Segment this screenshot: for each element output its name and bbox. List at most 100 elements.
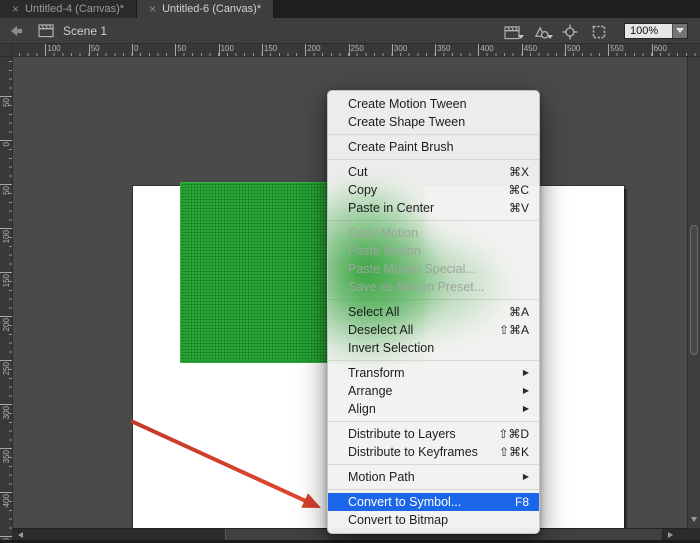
menu-item-label: Invert Selection [348, 339, 434, 357]
ruler-major-tick [175, 44, 176, 57]
zoom-dropdown-button[interactable] [672, 24, 687, 38]
ruler-label: 100 [221, 45, 234, 53]
ruler-label: 200 [2, 318, 11, 338]
tab-close-icon[interactable]: × [149, 3, 156, 15]
caret-down-icon [547, 35, 553, 39]
scroll-left-arrow-icon[interactable] [18, 532, 23, 538]
ruler-label: 100 [47, 45, 60, 53]
menu-item-label: Cut [348, 163, 367, 181]
document-tab[interactable]: ×Untitled-6 (Canvas)* [137, 0, 274, 18]
menu-item[interactable]: Transform▶ [328, 364, 539, 382]
edit-symbols-button[interactable] [529, 22, 553, 40]
menu-item[interactable]: Select All⌘A [328, 303, 539, 321]
ruler-label: 100 [2, 230, 11, 250]
menu-item-label: Create Paint Brush [348, 138, 454, 156]
clip-content-button[interactable] [587, 22, 611, 40]
ruler-major-tick [0, 184, 13, 185]
submenu-arrow-icon: ▶ [523, 364, 529, 382]
menu-item-label: Copy [348, 181, 377, 199]
menu-item[interactable]: Cut ⌘X [328, 163, 539, 181]
menu-item[interactable]: Align ▶ [328, 400, 539, 418]
submenu-arrow-icon: ▶ [523, 400, 529, 418]
menu-separator [328, 421, 539, 422]
menu-item-label: Create Motion Tween [348, 95, 467, 113]
edit-scene-button[interactable] [500, 22, 524, 40]
scroll-down-arrow-icon[interactable] [691, 517, 697, 522]
ruler-label: 150 [264, 45, 277, 53]
ruler-major-tick [392, 44, 393, 57]
ruler-label: 150 [2, 274, 11, 294]
ruler-major-tick [0, 228, 13, 229]
tab-close-icon[interactable]: × [12, 3, 19, 15]
context-menu-items: Create Motion TweenCreate Shape Tween Cre… [328, 95, 539, 529]
menu-item[interactable]: Distribute to Keyframes⇧⌘K [328, 443, 539, 461]
menu-item: Copy Motion [328, 224, 539, 242]
menu-item-shortcut: ⇧⌘K [499, 443, 529, 461]
menu-item[interactable]: Deselect All⇧⌘A [328, 321, 539, 339]
ruler-major-tick [522, 44, 523, 57]
ruler-label: 400 [2, 494, 11, 514]
menu-item-label: Paste in Center [348, 199, 434, 217]
menu-separator [328, 299, 539, 300]
menu-item-label: Select All [348, 303, 399, 321]
center-frame-button[interactable] [558, 22, 582, 40]
ruler-label: 300 [2, 406, 11, 426]
zoom-control[interactable]: 100% [624, 23, 688, 39]
menu-item[interactable]: Distribute to Layers⇧⌘D [328, 425, 539, 443]
menu-item[interactable]: Convert to Bitmap [328, 511, 539, 529]
menu-item-label: Deselect All [348, 321, 413, 339]
ruler-major-tick [478, 44, 479, 57]
menu-item-label: Copy Motion [348, 224, 418, 242]
menu-separator [328, 220, 539, 221]
menu-separator [328, 360, 539, 361]
ruler-label: 500 [567, 45, 580, 53]
menu-item-label: Convert to Bitmap [348, 511, 448, 529]
ruler-label: 50 [2, 98, 11, 118]
ruler-label: 400 [480, 45, 493, 53]
v-scrollbar-thumb[interactable] [690, 225, 698, 355]
menu-item[interactable]: Create Shape Tween [328, 113, 539, 131]
ruler-major-tick [0, 140, 13, 141]
menu-item: Paste Motion Special... [328, 260, 539, 278]
ruler-label: 300 [394, 45, 407, 53]
menu-separator [328, 464, 539, 465]
menu-item[interactable]: Invert Selection [328, 339, 539, 357]
menu-item[interactable]: Convert to Symbol... F8 [328, 493, 539, 511]
center-frame-icon [562, 24, 578, 40]
ruler-major-tick [0, 360, 13, 361]
ruler-major-tick [349, 44, 350, 57]
back-button[interactable] [6, 22, 28, 40]
menu-separator [328, 159, 539, 160]
menu-item-label: Distribute to Layers [348, 425, 456, 443]
tab-label: Untitled-4 (Canvas)* [25, 3, 124, 15]
scrollbar-corner [687, 528, 700, 540]
submenu-arrow-icon: ▶ [523, 382, 529, 400]
menu-item-label: Paste Motion Special... [348, 260, 476, 278]
menu-item[interactable]: Arrange ▶ [328, 382, 539, 400]
menu-item-label: Convert to Symbol... [348, 493, 461, 511]
ruler-label: 0 [134, 45, 138, 53]
menu-item[interactable]: Create Paint Brush [328, 138, 539, 156]
v-ruler: 50050100150200250300350400450 [0, 57, 13, 543]
animate-window: { "tab_bar": { "tabs": [ { "close": "×",… [0, 0, 700, 543]
menu-item-shortcut: ⌘V [509, 199, 529, 217]
menu-item-shortcut: ⌘X [509, 163, 529, 181]
menu-item-label: Align [348, 400, 376, 418]
scroll-right-arrow-icon[interactable] [668, 532, 673, 538]
zoom-value[interactable]: 100% [625, 24, 672, 38]
clip-content-outline-icon [591, 24, 607, 40]
ruler-label: 450 [524, 45, 537, 53]
document-tab[interactable]: × Untitled-4 (Canvas)* [0, 0, 137, 18]
menu-item[interactable]: Create Motion Tween [328, 95, 539, 113]
menu-item[interactable]: Copy ⌘C [328, 181, 539, 199]
ruler-label: 50 [2, 186, 11, 206]
ruler-major-tick [565, 44, 566, 57]
menu-item-shortcut: F8 [515, 493, 529, 511]
menu-item[interactable]: Paste in Center ⌘V [328, 199, 539, 217]
menu-item-label: Arrange [348, 382, 392, 400]
scene-breadcrumb-label: Scene 1 [63, 24, 107, 38]
ruler-label: 600 [654, 45, 667, 53]
menu-item[interactable]: Motion Path▶ [328, 468, 539, 486]
menu-item-shortcut: ⌘C [508, 181, 529, 199]
v-scrollbar[interactable] [687, 57, 700, 528]
